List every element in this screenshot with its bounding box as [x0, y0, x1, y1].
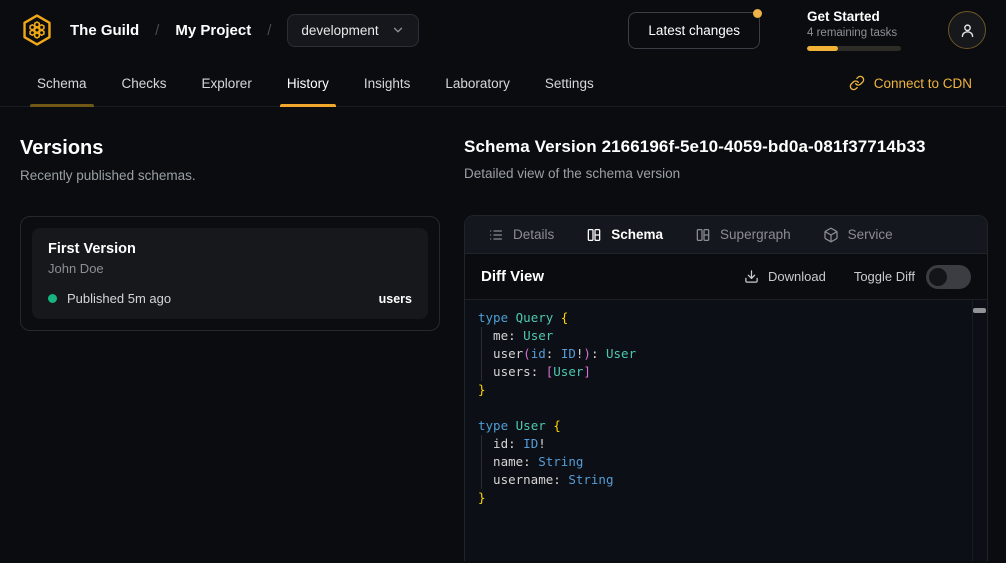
version-list-item[interactable]: First Version John Doe Published 5m ago … [32, 228, 428, 319]
tab-history[interactable]: History [280, 60, 336, 106]
breadcrumb-separator: / [155, 22, 159, 39]
latest-changes-button[interactable]: Latest changes [628, 12, 760, 49]
get-started-title: Get Started [807, 9, 901, 24]
tab-label: Settings [545, 76, 594, 91]
panel-tab-label: Service [848, 227, 893, 242]
tab-service[interactable]: Service [807, 216, 909, 253]
get-started-subtitle: 4 remaining tasks [807, 27, 901, 39]
code-line: type User { [478, 417, 967, 435]
tab-underline [280, 104, 336, 107]
download-button[interactable]: Download [744, 269, 826, 284]
code-line: } [478, 489, 967, 507]
breadcrumb: The Guild / My Project / development [20, 13, 419, 47]
versions-list-card: First Version John Doe Published 5m ago … [20, 216, 440, 331]
cube-icon [823, 227, 839, 243]
link-icon [849, 75, 865, 91]
list-icon [488, 227, 504, 243]
code-line: name: String [478, 453, 967, 471]
schema-version-subtitle: Detailed view of the schema version [464, 166, 988, 181]
tab-label: Checks [122, 76, 167, 91]
schema-code-editor[interactable]: type Query { me: User user(id: ID!): Use… [465, 300, 987, 561]
environment-select[interactable]: development [287, 14, 418, 47]
tab-supergraph[interactable]: Supergraph [679, 216, 807, 253]
code-line: user(id: ID!): User [478, 345, 967, 363]
schema-version-panel: Schema Version 2166196f-5e10-4059-bd0a-0… [464, 137, 988, 561]
versions-subtitle: Recently published schemas. [20, 168, 440, 183]
code-line: me: User [478, 327, 967, 345]
tab-underline [30, 104, 94, 107]
toggle-diff-label: Toggle Diff [854, 269, 915, 284]
tab-explorer[interactable]: Explorer [195, 60, 259, 106]
schema-detail-tabs: Details Schema [465, 216, 987, 254]
nav-tabs: Schema Checks Explorer History Insights … [30, 60, 601, 106]
version-status: Published 5m ago [67, 291, 171, 306]
tab-schema[interactable]: Schema [30, 60, 94, 106]
code-content: type Query { me: User user(id: ID!): Use… [478, 309, 967, 507]
diff-view-header: Diff View Download Toggle D [465, 254, 987, 300]
breadcrumb-separator: / [267, 22, 271, 39]
get-started-progress [807, 46, 901, 51]
switch-knob [929, 268, 947, 286]
tab-label: History [287, 76, 329, 91]
code-line: } [478, 381, 967, 399]
indent-guide [481, 435, 482, 489]
tab-laboratory[interactable]: Laboratory [438, 60, 517, 106]
versions-panel: Versions Recently published schemas. Fir… [0, 137, 464, 561]
main-content: Versions Recently published schemas. Fir… [0, 107, 1006, 561]
tab-insights[interactable]: Insights [357, 60, 418, 106]
project-link[interactable]: My Project [175, 22, 251, 39]
panel-tab-label: Schema [611, 227, 663, 242]
tab-checks[interactable]: Checks [115, 60, 174, 106]
progress-fill [807, 46, 838, 51]
user-avatar[interactable] [948, 11, 986, 49]
notification-dot [753, 9, 762, 18]
panel-tab-label: Supergraph [720, 227, 791, 242]
tab-schema-view[interactable]: Schema [570, 216, 679, 253]
version-meta-row: Published 5m ago users [48, 291, 412, 306]
published-status-dot [48, 294, 57, 303]
code-line: users: [User] [478, 363, 967, 381]
panel-tab-label: Details [513, 227, 554, 242]
connect-to-cdn-label: Connect to CDN [874, 76, 972, 91]
tab-settings[interactable]: Settings [538, 60, 601, 106]
version-name: First Version [48, 241, 412, 257]
columns-icon [586, 227, 602, 243]
environment-select-value: development [301, 23, 378, 38]
target-nav: Schema Checks Explorer History Insights … [0, 60, 1006, 107]
toggle-diff-group: Toggle Diff [854, 265, 971, 289]
connect-to-cdn-button[interactable]: Connect to CDN [849, 60, 972, 106]
download-icon [744, 269, 759, 284]
tab-label: Insights [364, 76, 411, 91]
download-label: Download [768, 269, 826, 284]
chevron-down-icon [391, 23, 405, 37]
latest-changes-label: Latest changes [648, 23, 740, 38]
hive-logo-icon[interactable] [20, 13, 54, 47]
scrollbar-thumb[interactable] [973, 308, 986, 313]
top-bar-right: Latest changes Get Started 4 remaining t… [628, 9, 986, 51]
code-line: id: ID! [478, 435, 967, 453]
service-tag: users [379, 292, 412, 306]
toggle-diff-switch[interactable] [926, 265, 971, 289]
tab-details[interactable]: Details [472, 216, 570, 253]
indent-guide [481, 327, 482, 381]
get-started-widget[interactable]: Get Started 4 remaining tasks [807, 9, 901, 51]
diff-view-title: Diff View [481, 268, 544, 285]
columns-icon [695, 227, 711, 243]
tab-label: Schema [37, 76, 87, 91]
person-icon [958, 21, 977, 40]
code-line: type Query { [478, 309, 967, 327]
schema-detail-card: Details Schema [464, 215, 988, 561]
schema-version-title: Schema Version 2166196f-5e10-4059-bd0a-0… [464, 137, 988, 157]
scrollbar-track [972, 300, 973, 561]
org-link[interactable]: The Guild [70, 22, 139, 39]
versions-title: Versions [20, 137, 440, 160]
code-line: username: String [478, 471, 967, 489]
code-line [478, 399, 967, 417]
tab-label: Explorer [202, 76, 252, 91]
tab-label: Laboratory [445, 76, 510, 91]
top-bar: The Guild / My Project / development Lat… [0, 0, 1006, 60]
diff-view-actions: Download Toggle Diff [744, 265, 971, 289]
version-author: John Doe [48, 261, 412, 276]
